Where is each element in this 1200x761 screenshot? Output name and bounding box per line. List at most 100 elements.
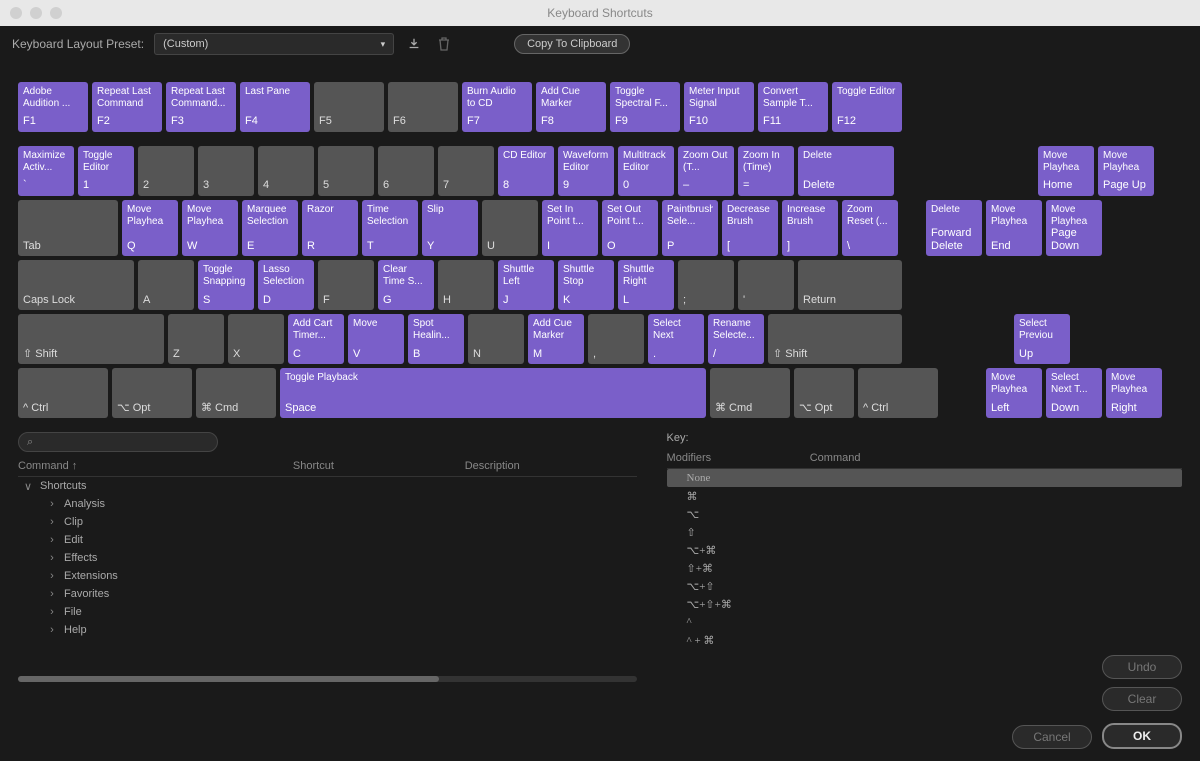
key-d[interactable]: Lasso SelectionD (258, 260, 314, 310)
key-m[interactable]: Add Cue MarkerM (528, 314, 584, 364)
key-[interactable]: Rename Selecte.../ (708, 314, 764, 364)
tree-item-extensions[interactable]: › Extensions (18, 567, 637, 585)
key-pageup[interactable]: Move PlayheaPage Up (1098, 146, 1154, 196)
key-1[interactable]: Toggle Editor1 (78, 146, 134, 196)
modifiers-list[interactable]: None⌘⌥⇧⌥+⌘⇧+⌘⌥+⇧⌥+⇧+⌘^^ + ⌘ (667, 469, 1182, 682)
disclosure-icon[interactable]: › (46, 516, 58, 528)
key-6[interactable]: 6 (378, 146, 434, 196)
undo-button[interactable]: Undo (1102, 655, 1182, 679)
key-y[interactable]: SlipY (422, 200, 478, 256)
key-[interactable]: Zoom Reset (...\ (842, 200, 898, 256)
key-right[interactable]: Move PlayheaRight (1106, 368, 1162, 418)
key-[interactable]: Zoom In (Time)= (738, 146, 794, 196)
col-shortcut[interactable]: Shortcut (293, 460, 465, 472)
modifier-row[interactable]: None (667, 469, 1182, 487)
key-f10[interactable]: Meter Input SignalF10 (684, 82, 754, 132)
tree-item-help[interactable]: › Help (18, 621, 637, 639)
command-tree[interactable]: ∨ Shortcuts› Analysis› Clip› Edit› Effec… (18, 477, 637, 672)
key-pagedown[interactable]: Move PlayheaPage Down (1046, 200, 1102, 256)
key-return[interactable]: Return (798, 260, 902, 310)
key-f7[interactable]: Burn Audio to CDF7 (462, 82, 532, 132)
key-shift[interactable]: ⇧ Shift (18, 314, 164, 364)
key-k[interactable]: Shuttle StopK (558, 260, 614, 310)
disclosure-icon[interactable]: › (46, 534, 58, 546)
key-f1[interactable]: Adobe Audition ...F1 (18, 82, 88, 132)
key-g[interactable]: Clear Time S...G (378, 260, 434, 310)
key-h[interactable]: H (438, 260, 494, 310)
key-tab[interactable]: Tab (18, 200, 118, 256)
key-cmd[interactable]: ⌘ Cmd (710, 368, 790, 418)
disclosure-icon[interactable]: › (46, 624, 58, 636)
disclosure-icon[interactable]: › (46, 588, 58, 600)
key-left[interactable]: Move PlayheaLeft (986, 368, 1042, 418)
col-modifiers[interactable]: Modifiers (667, 452, 810, 464)
disclosure-icon[interactable]: ∨ (22, 480, 34, 493)
key-f3[interactable]: Repeat Last Command...F3 (166, 82, 236, 132)
key-e[interactable]: Marquee SelectionE (242, 200, 298, 256)
key-end[interactable]: Move PlayheaEnd (986, 200, 1042, 256)
key-j[interactable]: Shuttle LeftJ (498, 260, 554, 310)
key-q[interactable]: Move PlayheaQ (122, 200, 178, 256)
key-opt[interactable]: ⌥ Opt (112, 368, 192, 418)
modifier-row[interactable]: ⌥+⌘ (667, 541, 1182, 559)
modifier-row[interactable]: ⇧ (667, 523, 1182, 541)
key-f6[interactable]: F6 (388, 82, 458, 132)
search-input[interactable]: ⌕ (18, 432, 218, 452)
modifier-row[interactable]: ⌥ (667, 505, 1182, 523)
modifier-row[interactable]: ⌘ (667, 487, 1182, 505)
modifier-row[interactable]: ⌥+⇧ (667, 577, 1182, 595)
col-description[interactable]: Description (465, 460, 637, 472)
key-[interactable]: , (588, 314, 644, 364)
ok-button[interactable]: OK (1102, 723, 1182, 749)
key-b[interactable]: Spot Healin...B (408, 314, 464, 364)
col-command[interactable]: Command ↑ (18, 460, 293, 472)
key-f12[interactable]: Toggle EditorF12 (832, 82, 902, 132)
key-delete[interactable]: DeleteDelete (798, 146, 894, 196)
key-9[interactable]: Waveform Editor9 (558, 146, 614, 196)
key-up[interactable]: Select PreviouUp (1014, 314, 1070, 364)
key-[interactable]: Increase Brush] (782, 200, 838, 256)
tree-item-file[interactable]: › File (18, 603, 637, 621)
key-v[interactable]: MoveV (348, 314, 404, 364)
key-f11[interactable]: Convert Sample T...F11 (758, 82, 828, 132)
key-i[interactable]: Set In Point t...I (542, 200, 598, 256)
key-[interactable]: Decrease Brush[ (722, 200, 778, 256)
key-w[interactable]: Move PlayheaW (182, 200, 238, 256)
key-f2[interactable]: Repeat Last CommandF2 (92, 82, 162, 132)
key-3[interactable]: 3 (198, 146, 254, 196)
close-icon[interactable] (10, 7, 22, 19)
key-[interactable]: Zoom Out (T...– (678, 146, 734, 196)
key-space[interactable]: Toggle PlaybackSpace (280, 368, 706, 418)
key-home[interactable]: Move PlayheaHome (1038, 146, 1094, 196)
disclosure-icon[interactable]: › (46, 570, 58, 582)
key-c[interactable]: Add Cart Timer...C (288, 314, 344, 364)
key-f9[interactable]: Toggle Spectral F...F9 (610, 82, 680, 132)
key-f4[interactable]: Last PaneF4 (240, 82, 310, 132)
tree-item-favorites[interactable]: › Favorites (18, 585, 637, 603)
col-mod-command[interactable]: Command (810, 452, 1182, 464)
modifier-row[interactable]: ^ + ⌘ (667, 631, 1182, 649)
h-scrollbar[interactable] (18, 676, 637, 682)
key-p[interactable]: Paintbrush Sele...P (662, 200, 718, 256)
key-[interactable]: ' (738, 260, 794, 310)
tree-item-clip[interactable]: › Clip (18, 513, 637, 531)
key-shift[interactable]: ⇧ Shift (768, 314, 902, 364)
preset-select[interactable]: (Custom) ▾ (154, 33, 394, 55)
key-4[interactable]: 4 (258, 146, 314, 196)
minimize-icon[interactable] (30, 7, 42, 19)
tree-item-edit[interactable]: › Edit (18, 531, 637, 549)
key-a[interactable]: A (138, 260, 194, 310)
key-f5[interactable]: F5 (314, 82, 384, 132)
modifier-row[interactable]: ⌥+⇧+⌘ (667, 595, 1182, 613)
key-2[interactable]: 2 (138, 146, 194, 196)
disclosure-icon[interactable]: › (46, 498, 58, 510)
copy-clipboard-button[interactable]: Copy To Clipboard (514, 34, 630, 54)
key-0[interactable]: Multitrack Editor0 (618, 146, 674, 196)
key-x[interactable]: X (228, 314, 284, 364)
zoom-icon[interactable] (50, 7, 62, 19)
key-down[interactable]: Select Next T...Down (1046, 368, 1102, 418)
modifier-row[interactable]: ⇧+⌘ (667, 559, 1182, 577)
key-n[interactable]: N (468, 314, 524, 364)
key-f8[interactable]: Add Cue MarkerF8 (536, 82, 606, 132)
clear-button[interactable]: Clear (1102, 687, 1182, 711)
